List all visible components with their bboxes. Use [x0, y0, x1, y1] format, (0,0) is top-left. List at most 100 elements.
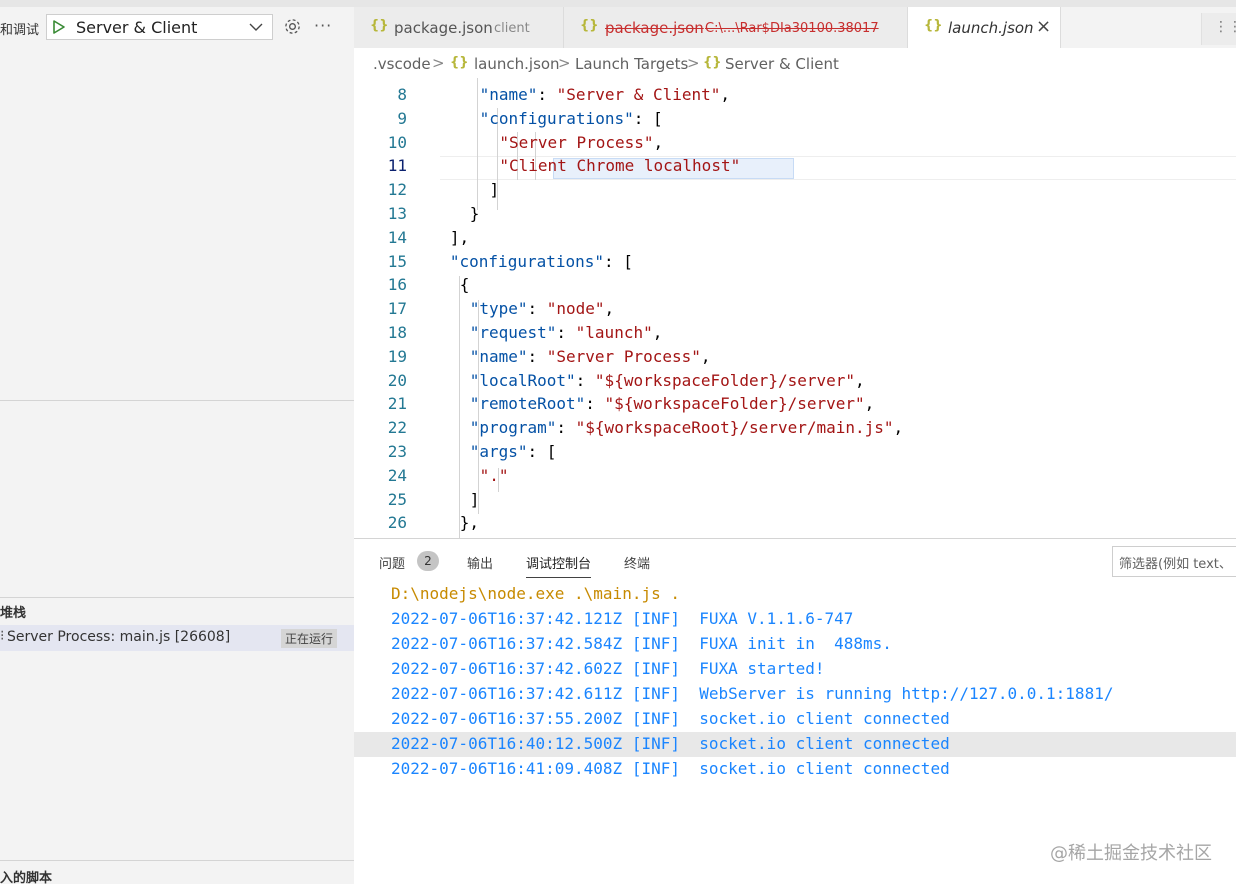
console-line: 2022-07-06T16:41:09.408Z [INF] socket.io…: [391, 759, 950, 778]
code-line: 18 "request": "launch",: [354, 323, 1236, 347]
tab-label: package.json: [605, 19, 704, 37]
console-line: 2022-07-06T16:40:12.500Z [INF] socket.io…: [391, 734, 950, 753]
line-number: 25: [387, 489, 407, 509]
code-editor[interactable]: 8 "name": "Server & Client", 9 "configurati…: [354, 78, 1236, 538]
tab-problems[interactable]: 问题: [379, 553, 405, 572]
code-token-key: "program": [469, 418, 557, 438]
tab-terminal[interactable]: 终端: [624, 553, 650, 572]
code-token-end: ,: [653, 132, 664, 152]
call-stack-title[interactable]: 堆栈: [0, 602, 26, 621]
watermark: @稀土掘金技术社区: [1050, 843, 1212, 864]
code-token-end: }: [469, 204, 480, 223]
drag-handle-icon[interactable]: ⋮⋮: [1214, 19, 1236, 35]
code-text: "request": "launch",: [470, 323, 663, 342]
code-text: "type": "node",: [470, 299, 615, 318]
line-number: 26: [387, 513, 407, 533]
chevron-right-icon: >: [687, 54, 700, 72]
json-file-icon: {}: [924, 18, 943, 33]
code-token-sep: :: [527, 299, 547, 319]
code-token-key: "args": [469, 442, 528, 461]
code-line: 25]: [354, 490, 1236, 514]
breadcrumb: .vscode > {} launch.json > Launch Target…: [354, 48, 1236, 78]
code-token-val: "${workspaceFolder}/server": [604, 394, 865, 414]
code-token-sep: :: [527, 442, 547, 461]
top-strip: [0, 0, 1236, 7]
code-text: "Server Process",: [499, 133, 663, 152]
editor-actions[interactable]: ⋮⋮: [1201, 13, 1236, 45]
thread-icon: ⁝: [0, 628, 5, 644]
code-token-val: "Server & Client": [556, 85, 721, 104]
more-actions-icon[interactable]: ···: [314, 16, 332, 35]
line-number: 10: [387, 132, 407, 152]
thread-label: Server Process: main.js [26608]: [7, 629, 231, 645]
code-line: 15 "configurations": [: [354, 252, 1236, 276]
code-text: "name": "Server Process",: [470, 347, 711, 366]
code-token-val: "${workspaceRoot}/server/main.js": [575, 418, 894, 438]
chevron-right-icon: >: [432, 54, 445, 72]
code-token-sep: :: [575, 370, 595, 390]
code-line: 8 "name": "Server & Client",: [354, 85, 1236, 109]
code-token-sep: :: [633, 108, 653, 128]
code-line: 20 "localRoot": "${workspaceFolder}/serve…: [354, 371, 1236, 395]
breadcrumb-file[interactable]: launch.json: [474, 55, 560, 73]
console-line[interactable]: 2022-07-06T16:37:42.611Z [INF] WebServer…: [391, 684, 1113, 703]
tab-label: launch.json: [948, 19, 1034, 37]
code-token-end: ,: [604, 299, 615, 319]
code-token-val: "Server Process": [546, 346, 701, 366]
code-token-sep: :: [556, 323, 576, 342]
debug-toolbar: 和调试 Server & Client ···: [0, 7, 354, 47]
launch-config-select[interactable]: Server & Client: [46, 14, 273, 40]
code-text: }: [470, 204, 480, 223]
tab-debug-console[interactable]: 调试控制台: [526, 553, 592, 578]
code-token-val: ".": [479, 465, 509, 485]
console-line: 2022-07-06T16:37:42.584Z [INF] FUXA init…: [391, 634, 892, 653]
tab-label: package.json: [394, 19, 493, 37]
code-token-key: "remoteRoot": [469, 394, 586, 414]
chevron-right-icon: >: [558, 54, 571, 72]
filter-placeholder: 筛选器(例如 text、: [1119, 557, 1232, 572]
code-text: ]: [490, 180, 500, 199]
gear-icon[interactable]: [283, 17, 302, 36]
code-line: 13}: [354, 204, 1236, 228]
code-text: "program": "${workspaceRoot}/server/main…: [470, 418, 904, 437]
code-line: 26},: [354, 513, 1236, 537]
code-token-end: [: [652, 108, 663, 128]
code-text: "name": "Server & Client",: [480, 85, 730, 104]
code-text: "Client Chrome localhost": [499, 156, 740, 175]
code-token-end: ]: [489, 180, 500, 200]
editor-tabbar: {} package.json client {} package.json C…: [354, 7, 1236, 48]
code-line: 24 ".": [354, 466, 1236, 490]
tab-package-json-client[interactable]: {} package.json client: [354, 7, 564, 48]
tab-output[interactable]: 输出: [467, 553, 493, 572]
code-token-sep: :: [604, 251, 624, 271]
code-token-end: ,: [893, 418, 904, 438]
code-token-val: "Client Chrome localhost": [499, 156, 741, 176]
console-command: D:\nodejs\node.exe .\main.js .: [391, 584, 680, 603]
tab-package-json-deleted[interactable]: {} package.json C:\...\Rar$DIa30100.3801…: [564, 7, 908, 48]
breadcrumb-symbol[interactable]: Server & Client: [725, 55, 839, 73]
code-token-key: "configurations": [479, 108, 634, 128]
sidebar-title: 和调试: [0, 23, 40, 38]
code-text: },: [460, 513, 479, 532]
code-line: 23 "args": [: [354, 442, 1236, 466]
call-stack-thread[interactable]: ⁝ Server Process: main.js [26608] 正在运行: [0, 625, 354, 651]
close-icon[interactable]: ×: [1036, 16, 1051, 37]
console-line: 2022-07-06T16:37:55.200Z [INF] socket.io…: [391, 709, 950, 728]
object-icon: {}: [703, 55, 722, 70]
console-filter-input[interactable]: 筛选器(例如 text、: [1112, 546, 1236, 577]
breadcrumb-folder[interactable]: .vscode: [373, 55, 431, 73]
loaded-scripts-title[interactable]: 入的脚本: [0, 867, 52, 884]
start-debug-icon[interactable]: [52, 20, 66, 34]
line-number: 21: [387, 394, 407, 414]
line-number: 19: [387, 346, 407, 366]
code-text: "configurations": [: [450, 252, 633, 271]
code-token-val: "launch": [575, 323, 653, 342]
json-file-icon: {}: [450, 55, 469, 70]
debug-sidebar: 和调试 Server & Client ··· 堆栈 ⁝ Server Proc…: [0, 7, 354, 884]
code-token-key: "type": [469, 299, 528, 319]
code-token-val: "Server Process": [499, 132, 654, 152]
tab-launch-json[interactable]: {} launch.json ×: [908, 7, 1061, 48]
line-number: 9: [397, 108, 407, 128]
breadcrumb-symbol[interactable]: Launch Targets: [575, 55, 688, 73]
code-text: "localRoot": "${workspaceFolder}/server"…: [470, 371, 865, 390]
